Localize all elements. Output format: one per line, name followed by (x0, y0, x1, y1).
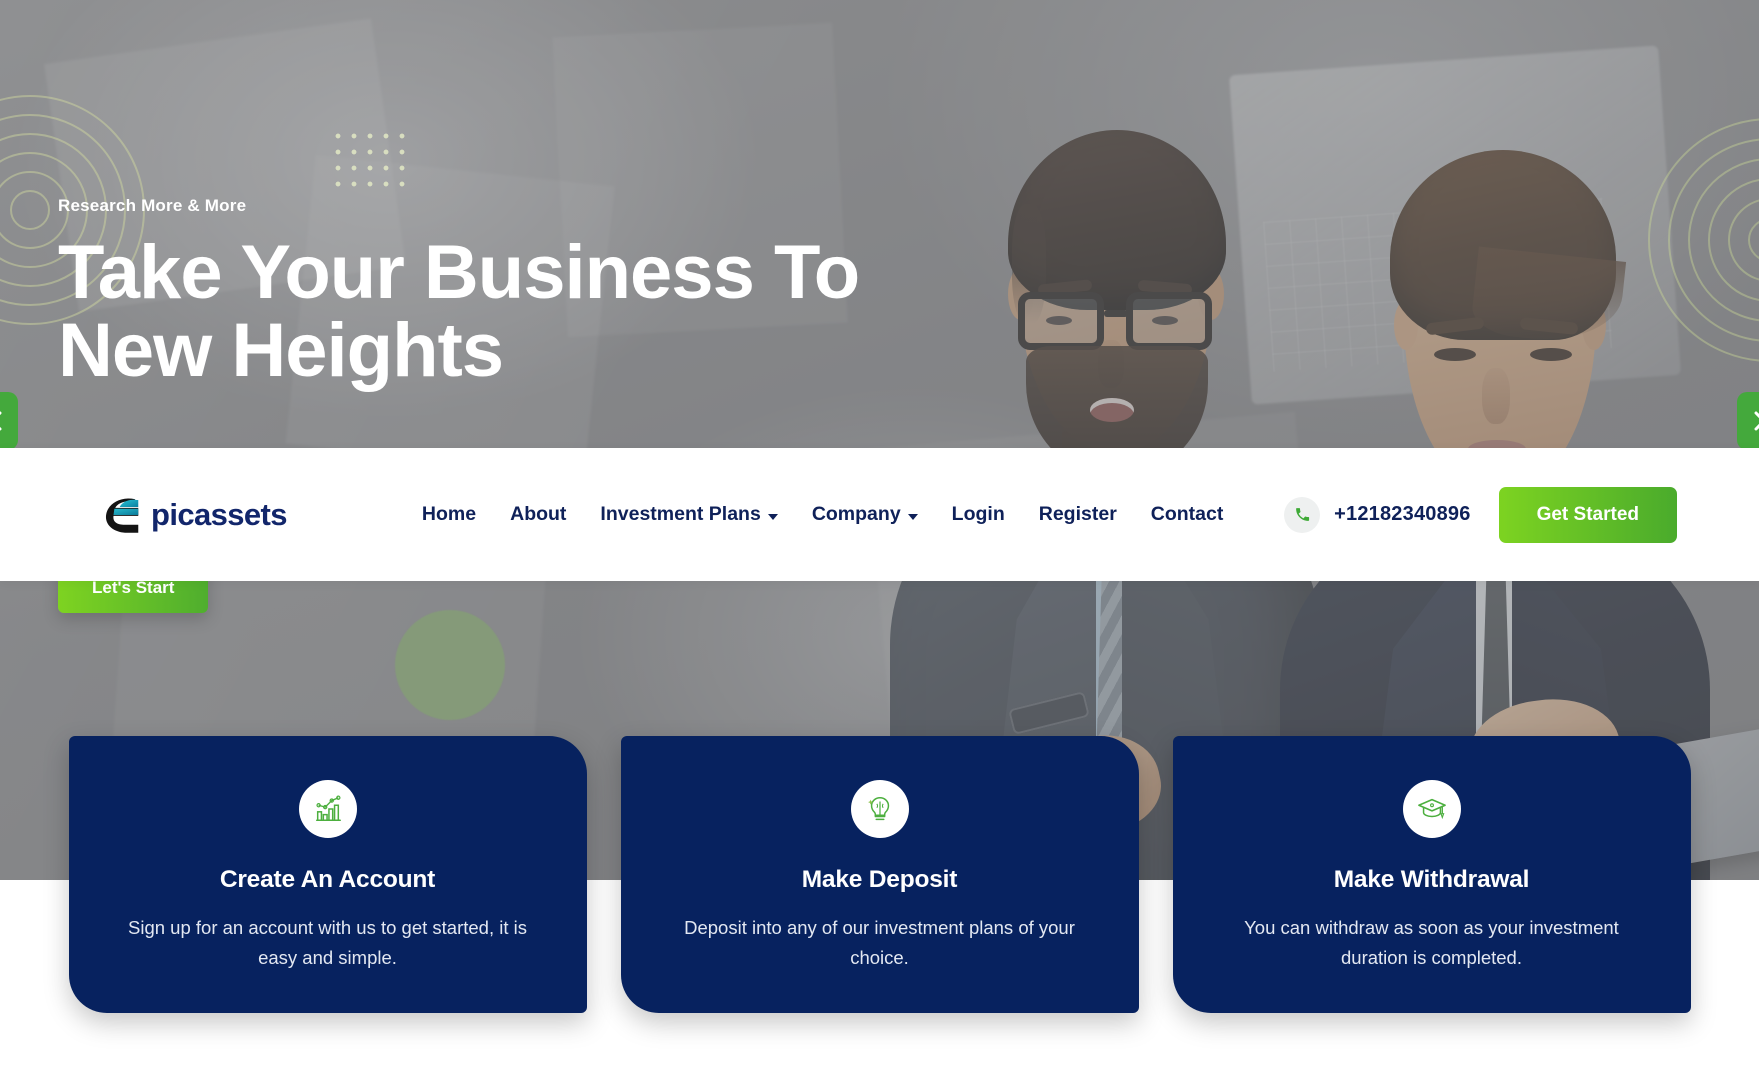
hero-title-line-1: Take Your Business To (58, 230, 860, 315)
card-title: Make Deposit (801, 866, 958, 893)
card-title: Make Withdrawal (1333, 866, 1530, 893)
hero-eyebrow: Research More & More (58, 196, 247, 215)
nav-item-login[interactable]: Login (935, 493, 1022, 536)
growth-chart-icon (298, 780, 357, 838)
chevron-down-icon (767, 513, 778, 520)
nav-item-home[interactable]: Home (405, 493, 493, 536)
feature-card-create-account[interactable]: Create An Account Sign up for an account… (68, 736, 587, 1013)
nav-item-about[interactable]: About (493, 493, 583, 536)
card-description: Sign up for an account with us to get st… (128, 917, 527, 968)
get-started-button[interactable]: Get Started (1498, 486, 1677, 543)
nav-item-investment-plans[interactable]: Investment Plans (583, 493, 794, 536)
chevron-left-icon (0, 411, 1, 431)
green-circle-decoration (395, 610, 505, 720)
hero-title: Take Your Business To New Heights (58, 233, 1018, 394)
landing-page: Research More & More Take Your Business … (0, 0, 1759, 1066)
nav-label: Investment Plans (600, 503, 761, 525)
lightbulb-idea-icon (850, 780, 909, 838)
nav-item-contact[interactable]: Contact (1134, 493, 1241, 536)
epicassets-logo-icon (105, 497, 139, 533)
card-description: Deposit into any of our investment plans… (684, 917, 1075, 968)
nav-label: Company (811, 503, 901, 525)
nav-label: Contact (1150, 503, 1224, 525)
main-navbar: picassets Home About Investment Plans Co… (0, 448, 1759, 581)
brand-logo-link[interactable]: picassets (102, 494, 288, 536)
phone-link[interactable]: +12182340896 (1284, 496, 1471, 533)
phone-icon (1284, 496, 1321, 533)
carousel-prev-button[interactable] (0, 392, 18, 450)
brand-name: picassets (151, 496, 288, 532)
nav-item-company[interactable]: Company (795, 493, 935, 536)
nav-label: Register (1038, 503, 1117, 525)
navbar-right-group: +12182340896 Get Started (1284, 486, 1677, 543)
primary-navigation: Home About Investment Plans Company Logi… (405, 493, 1240, 536)
feature-card-make-deposit[interactable]: Make Deposit Deposit into any of our inv… (620, 736, 1139, 1013)
dot-grid-decoration (330, 128, 408, 190)
hero-title-line-2: New Heights (58, 308, 504, 394)
nav-label: About (510, 503, 567, 525)
nav-label: Home (421, 503, 477, 525)
card-title: Create An Account (219, 866, 436, 893)
feature-card-make-withdrawal[interactable]: Make Withdrawal You can withdraw as soon… (1172, 736, 1691, 1013)
carousel-next-button[interactable] (1737, 392, 1759, 450)
phone-number: +12182340896 (1334, 503, 1471, 525)
hero-copy: Research More & More Take Your Business … (58, 196, 1018, 391)
graduation-cap-icon (1402, 780, 1461, 838)
chevron-right-icon (1754, 411, 1759, 431)
nav-label: Login (951, 503, 1005, 525)
feature-cards-section: Create An Account Sign up for an account… (0, 736, 1759, 1013)
chevron-down-icon (907, 513, 918, 520)
card-description: You can withdraw as soon as your investm… (1244, 917, 1619, 968)
nav-item-register[interactable]: Register (1022, 493, 1134, 536)
